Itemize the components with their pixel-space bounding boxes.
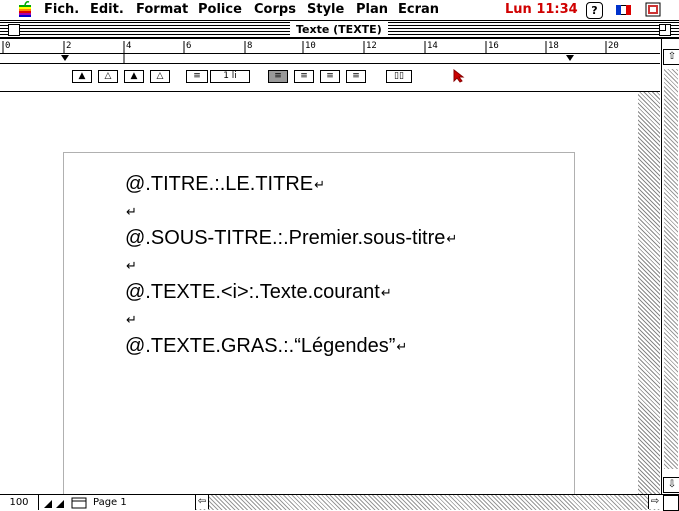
scroll-down-arrow-icon[interactable]: ⇩ <box>663 477 679 493</box>
align-right-icon[interactable]: ≡ <box>320 70 340 83</box>
document-line[interactable]: @.SOUS-TITRE.:.Premier.sous-titre↵ <box>125 227 457 250</box>
keyboard-layout-flag-icon[interactable] <box>616 5 631 15</box>
align-left-icon[interactable]: ≡ <box>268 70 288 83</box>
align-center-icon[interactable]: ≡ <box>294 70 314 83</box>
zoom-level[interactable]: 100 <box>0 495 39 510</box>
horizontal-scrollbar[interactable]: ⇦ <box>195 495 661 510</box>
status-bar: 100 Page 1 ⇦ ⇨ <box>0 494 679 511</box>
menu-edition[interactable]: Edit. <box>90 2 124 17</box>
document-window: Texte (TEXTE) 0 2 4 6 8 10 12 14 16 18 2… <box>0 21 679 511</box>
format-toolbar: ▲ △ ▲ △ ≡ 1 li ≡ ≡ ≡ ≡ ▯▯ <box>0 64 660 92</box>
ruler[interactable]: 0 2 4 6 8 10 12 14 16 18 20 <box>0 39 660 64</box>
menu-corps[interactable]: Corps <box>254 2 296 17</box>
document-line[interactable]: ↵ <box>125 200 137 223</box>
page-frame <box>63 152 575 494</box>
scroll-right-arrow-icon[interactable]: ⇨ <box>648 495 661 509</box>
menu-ecran[interactable]: Ecran <box>398 2 439 17</box>
menu-fichier[interactable]: Fich. <box>44 2 79 17</box>
tab-left-icon[interactable]: ▲ <box>72 70 92 83</box>
menu-plan[interactable]: Plan <box>356 2 388 17</box>
view-mode-icons[interactable] <box>42 496 90 509</box>
document-line[interactable]: ↵ <box>125 254 137 277</box>
vertical-scroll-track[interactable] <box>664 69 678 469</box>
tab-center-icon[interactable]: △ <box>98 70 118 83</box>
window-title: Texte (TEXTE) <box>290 22 388 37</box>
right-margin-marker <box>566 55 574 61</box>
apple-menu-icon[interactable] <box>17 1 33 18</box>
align-justify-icon[interactable]: ≡ <box>346 70 366 83</box>
mouse-pointer-icon <box>453 69 465 83</box>
document-line[interactable]: @.TEXTE.<i>:.Texte.courant↵ <box>125 281 392 304</box>
vertical-scrollbar[interactable]: ⇧ ⇩ <box>661 39 679 499</box>
left-margin-marker <box>61 55 69 61</box>
tab-decimal-icon[interactable]: △ <box>150 70 170 83</box>
line-spacing-field[interactable]: 1 li <box>210 70 250 83</box>
scroll-left-arrow-icon[interactable]: ⇦ <box>196 495 209 509</box>
document-line[interactable]: @.TITRE.:.LE.TITRE↵ <box>125 173 325 196</box>
menu-style[interactable]: Style <box>307 2 344 17</box>
application-menu-icon[interactable] <box>645 1 661 18</box>
page-indicator[interactable]: Page 1 <box>90 495 193 510</box>
zoom-box-button[interactable] <box>659 24 671 36</box>
menu-format[interactable]: Format <box>136 2 188 17</box>
document-area[interactable]: @.TITRE.:.LE.TITRE↵ ↵ @.SOUS-TITRE.:.Pre… <box>0 92 660 494</box>
vertical-scroll-pattern <box>638 92 660 494</box>
help-icon[interactable]: ? <box>586 2 603 19</box>
menu-bar: Fich. Edit. Format Police Corps Style Pl… <box>0 0 679 21</box>
tab-right-icon[interactable]: ▲ <box>124 70 144 83</box>
ruler-ticks <box>2 41 607 63</box>
columns-icon[interactable]: ▯▯ <box>386 70 412 83</box>
menu-police[interactable]: Police <box>198 2 242 17</box>
menu-clock[interactable]: Lun 11:34 <box>505 2 578 17</box>
document-line[interactable]: @.TEXTE.GRAS.:.“Légendes”↵ <box>125 335 407 358</box>
document-line[interactable]: ↵ <box>125 308 137 331</box>
window-titlebar[interactable]: Texte (TEXTE) <box>0 21 679 39</box>
spacing-icon[interactable]: ≡ <box>186 70 208 83</box>
scroll-up-arrow-icon[interactable]: ⇧ <box>663 49 679 65</box>
close-box-button[interactable] <box>8 24 20 36</box>
